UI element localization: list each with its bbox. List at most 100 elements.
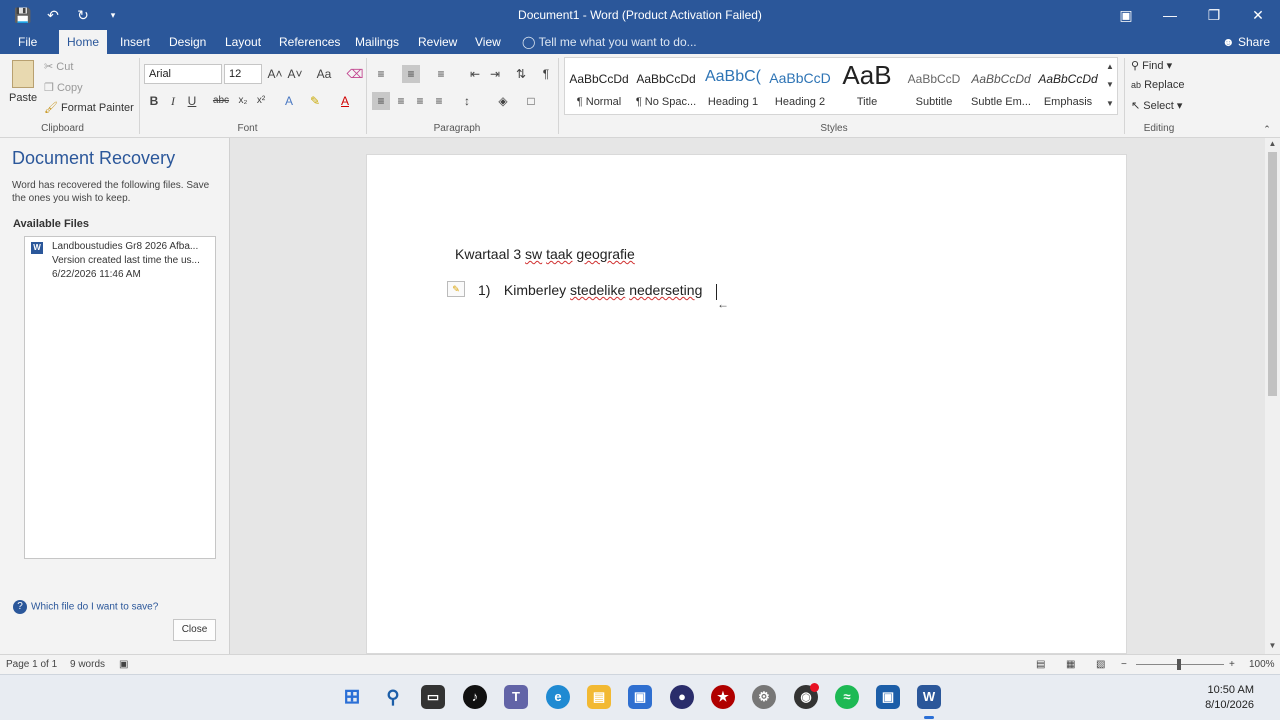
start-icon[interactable]: ⊞ (340, 685, 364, 709)
edge-icon[interactable]: e (546, 685, 570, 709)
text-effects-icon[interactable]: A (280, 92, 298, 110)
font-color-icon[interactable]: A (336, 92, 354, 110)
format-painter-button[interactable]: 🖌 Format Painter (44, 101, 134, 114)
tab-review[interactable]: Review (410, 30, 465, 54)
teams-icon[interactable]: T (504, 685, 528, 709)
paste-button[interactable]: Paste (9, 92, 37, 104)
minimize-icon[interactable]: — (1148, 0, 1192, 30)
numbering-icon[interactable]: ≡ (402, 65, 420, 83)
scroll-down-icon[interactable]: ▼ (1265, 640, 1280, 652)
line-spacing-icon[interactable]: ↕ (458, 92, 476, 110)
align-center-icon[interactable]: ≡ (392, 92, 410, 110)
style-heading-1[interactable]: AaBbC( Heading 1 (699, 58, 767, 114)
lightbulb-icon: ◯ (522, 35, 536, 49)
scrollbar-thumb[interactable] (1268, 152, 1277, 396)
recovery-close-button[interactable]: Close (173, 619, 216, 641)
tab-view[interactable]: View (467, 30, 509, 54)
align-left-icon[interactable]: ≡ (372, 92, 390, 110)
grow-font-icon[interactable]: A˄ (266, 65, 284, 83)
search-icon[interactable]: ⚲ (381, 685, 405, 709)
align-right-icon[interactable]: ≡ (411, 92, 429, 110)
styles-scroll-up-icon[interactable]: ▲ (1103, 58, 1117, 76)
sort-icon[interactable]: ⇅ (512, 65, 530, 83)
tab-home[interactable]: Home (59, 30, 108, 54)
italic-icon[interactable]: I (164, 92, 182, 110)
style-title[interactable]: AaB Title (833, 58, 901, 114)
zoom-level[interactable]: 100% (1249, 659, 1275, 670)
tell-me-box[interactable]: ◯ Tell me what you want to do... (522, 30, 697, 54)
copy-button[interactable]: ❐ Copy (44, 81, 83, 94)
find-button[interactable]: ⚲ Find ▾ (1131, 59, 1172, 72)
style-subtitle[interactable]: AaBbCcD Subtitle (900, 58, 968, 114)
tab-layout[interactable]: Layout (217, 30, 269, 54)
strikethrough-icon[interactable]: abc (210, 92, 232, 110)
tiktok-icon[interactable]: ♪ (463, 685, 487, 709)
font-family-select[interactable]: Arial (144, 64, 222, 84)
paste-icon[interactable] (12, 60, 34, 88)
game-app-icon[interactable]: ★ (711, 685, 735, 709)
styles-scroll-down-icon[interactable]: ▼ (1103, 76, 1117, 94)
close-icon[interactable]: ✕ (1236, 0, 1280, 30)
vertical-scrollbar[interactable]: ▲ ▼ (1265, 138, 1280, 654)
task-view-icon[interactable]: ▭ (421, 685, 445, 709)
tab-file[interactable]: File (10, 30, 45, 54)
highlight-icon[interactable]: ✎ (306, 92, 324, 110)
select-button[interactable]: ↖ Select ▾ (1131, 99, 1182, 112)
zoom-out-icon[interactable]: − (1121, 659, 1127, 670)
multilevel-list-icon[interactable]: ≡ (432, 65, 450, 83)
document-page[interactable]: Kwartaal 3 sw taak geografie ✎ 1) Kimber… (366, 154, 1127, 654)
style-emphasis[interactable]: AaBbCcDd Emphasis (1034, 58, 1102, 114)
pilcrow-icon[interactable]: ¶ (537, 65, 555, 83)
zoom-in-icon[interactable]: + (1229, 659, 1235, 670)
style-normal[interactable]: AaBbCcDd ¶ Normal (565, 58, 633, 114)
justify-icon[interactable]: ≡ (430, 92, 448, 110)
increase-indent-icon[interactable]: ⇥ (486, 65, 504, 83)
zoom-slider-thumb[interactable] (1177, 659, 1181, 670)
proofing-icon[interactable]: ▣ (119, 659, 128, 670)
change-case-icon[interactable]: Aa (312, 65, 336, 83)
superscript-icon[interactable]: x² (252, 92, 270, 110)
styles-group-label: Styles (820, 123, 848, 134)
tab-mailings[interactable]: Mailings (347, 30, 407, 54)
shading-icon[interactable]: ◈ (494, 92, 512, 110)
style-heading-2[interactable]: AaBbCcD Heading 2 (766, 58, 834, 114)
style-no-spacing[interactable]: AaBbCcDd ¶ No Spac... (632, 58, 700, 114)
underline-icon[interactable]: U (183, 92, 201, 110)
bold-icon[interactable]: B (145, 92, 163, 110)
settings-icon[interactable]: ⚙ (752, 685, 776, 709)
bullets-icon[interactable]: ≡ (372, 65, 390, 83)
web-layout-icon[interactable]: ▧ (1096, 659, 1105, 670)
store-icon[interactable]: ▣ (628, 685, 652, 709)
font-size-select[interactable]: 12 (224, 64, 262, 84)
tab-references[interactable]: References (271, 30, 348, 54)
shrink-font-icon[interactable]: A˅ (286, 65, 304, 83)
app-icon[interactable]: ● (670, 685, 694, 709)
print-layout-icon[interactable]: ▦ (1066, 659, 1075, 670)
scroll-up-icon[interactable]: ▲ (1265, 138, 1280, 150)
style-name: ¶ Normal (576, 96, 622, 108)
share-button[interactable]: ☻ Share (1222, 30, 1270, 54)
page-count[interactable]: Page 1 of 1 (6, 659, 57, 670)
read-mode-icon[interactable]: ▤ (1036, 659, 1045, 670)
word-icon[interactable]: W (917, 685, 941, 709)
style-subtle-emphasis[interactable]: AaBbCcDd Subtle Em... (967, 58, 1035, 114)
system-clock[interactable]: 10:50 AM 8/10/2026 (1205, 683, 1254, 713)
spotify-icon[interactable]: ≈ (835, 685, 859, 709)
tab-insert[interactable]: Insert (112, 30, 158, 54)
help-link[interactable]: ? Which file do I want to save? (13, 600, 158, 614)
decrease-indent-icon[interactable]: ⇤ (466, 65, 484, 83)
collapse-ribbon-icon[interactable]: ⌃ (1258, 120, 1276, 138)
remote-app-icon[interactable]: ▣ (876, 685, 900, 709)
replace-button[interactable]: ab Replace (1131, 79, 1184, 91)
word-count[interactable]: 9 words (70, 659, 105, 670)
cut-button[interactable]: ✂ Cut (44, 60, 73, 73)
ribbon-display-options-icon[interactable]: ▣ (1104, 0, 1148, 30)
subscript-icon[interactable]: x₂ (234, 92, 252, 110)
paste-options-icon[interactable]: ✎ (447, 281, 465, 297)
styles-more-icon[interactable]: ▼ (1103, 95, 1117, 113)
file-explorer-icon[interactable]: ▤ (587, 685, 611, 709)
restore-icon[interactable]: ❐ (1192, 0, 1236, 30)
borders-icon[interactable]: □ (522, 92, 540, 110)
clear-formatting-icon[interactable]: ⌫ (346, 65, 364, 83)
tab-design[interactable]: Design (161, 30, 214, 54)
